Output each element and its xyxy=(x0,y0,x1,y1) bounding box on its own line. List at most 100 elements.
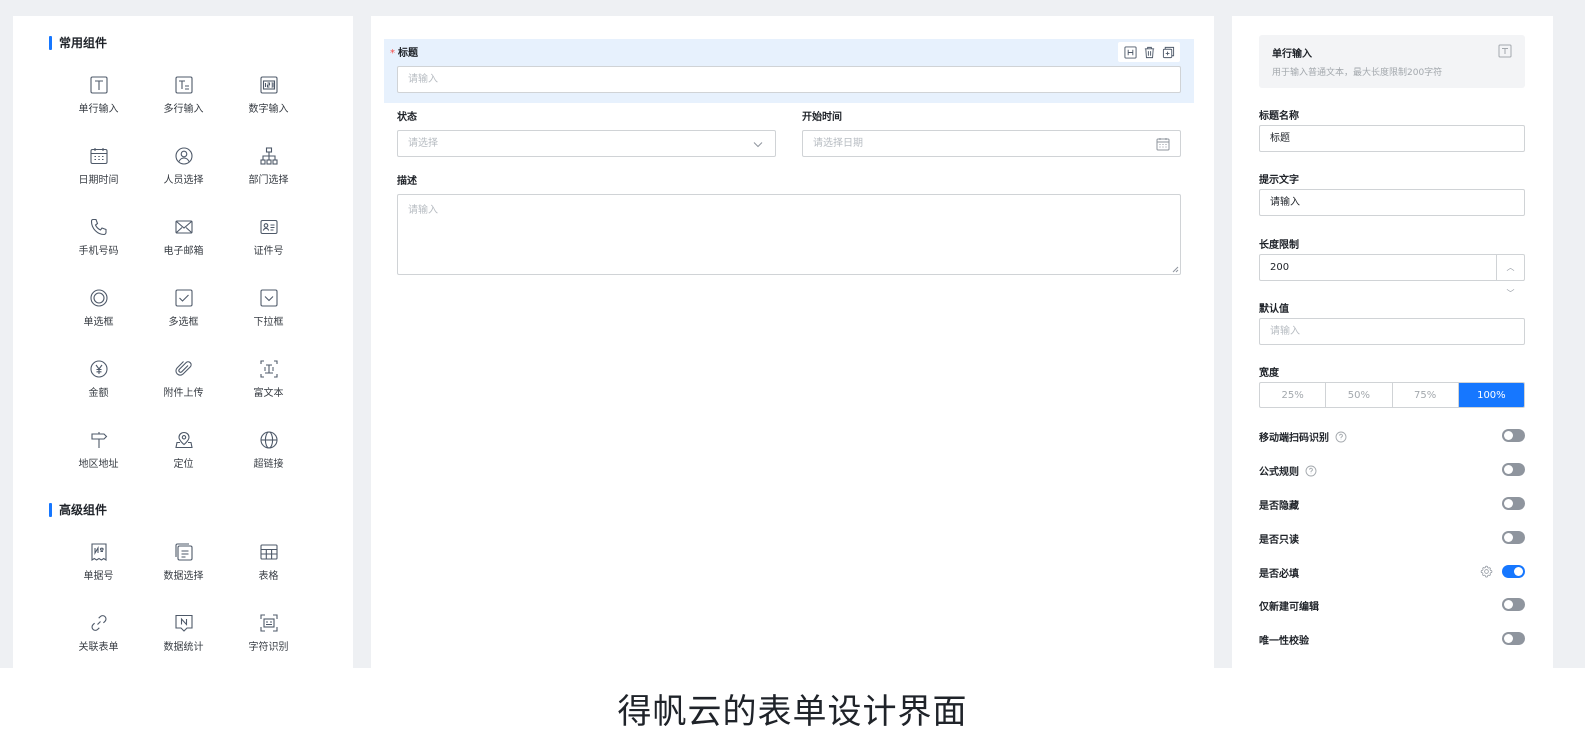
component-item[interactable]: 多行输入 xyxy=(141,65,226,136)
toggle-switch[interactable] xyxy=(1502,497,1525,510)
help-circle-icon[interactable] xyxy=(1305,465,1317,477)
hide-field-button[interactable] xyxy=(1122,44,1138,60)
component-label: 单据号 xyxy=(83,571,114,582)
toggle-row: 公式规则 xyxy=(1259,462,1525,478)
toggle-switch[interactable] xyxy=(1502,565,1525,578)
component-label: 关联表单 xyxy=(78,642,119,653)
property-panel: 单行输入 用于输入普通文本，最大长度限制200字符 标题名称 标题 提示文字 请… xyxy=(1232,16,1553,668)
hint-text-input[interactable]: 请输入 xyxy=(1259,189,1525,216)
description-textarea[interactable]: 请输入 xyxy=(397,194,1181,275)
width-label: 宽度 xyxy=(1259,368,1279,379)
yen-icon xyxy=(89,360,108,378)
component-item[interactable]: 定位 xyxy=(141,420,226,491)
title-name-input[interactable]: 标题 xyxy=(1259,125,1525,152)
scan-text-icon xyxy=(259,614,278,632)
component-item[interactable]: 单行输入 xyxy=(56,65,141,136)
calendar-icon xyxy=(89,148,108,165)
component-label: 富文本 xyxy=(253,388,284,399)
calendar-icon xyxy=(1156,138,1170,151)
table-icon xyxy=(259,544,278,560)
component-item[interactable]: 下拉框 xyxy=(226,278,311,349)
location-icon xyxy=(174,431,193,449)
copy-icon xyxy=(1162,46,1174,58)
start-time-date-picker[interactable]: 请选择日期 xyxy=(802,130,1181,157)
step-up-button[interactable]: ︿ xyxy=(1497,255,1524,280)
component-item[interactable]: 超链接 xyxy=(226,420,311,491)
phone-icon xyxy=(90,218,107,236)
serial-no-icon xyxy=(90,543,107,562)
component-item[interactable]: 多选框 xyxy=(141,278,226,349)
toggle-row: 是否隐藏 xyxy=(1259,496,1525,512)
component-item[interactable]: 数据统计 xyxy=(141,603,226,674)
component-item[interactable]: 单选框 xyxy=(56,278,141,349)
field-toolbar xyxy=(1118,42,1180,62)
common-components-grid: 单行输入 多行输入 数字输入日期时间 人员选择 部门选择手机号码 电子邮箱 证件号单选框 多选… xyxy=(56,65,311,491)
component-item[interactable]: 附件上传 xyxy=(141,349,226,420)
component-item[interactable]: 表格 xyxy=(226,532,311,603)
help-circle-icon[interactable] xyxy=(1335,431,1347,443)
toggle-switch[interactable] xyxy=(1502,463,1525,476)
text-t-icon xyxy=(1498,44,1512,58)
component-label: 证件号 xyxy=(253,246,284,257)
component-item[interactable]: 手机号码 xyxy=(56,207,141,278)
toggle-switch[interactable] xyxy=(1502,598,1525,611)
width-option-50[interactable]: 50% xyxy=(1326,383,1393,407)
component-label: 日期时间 xyxy=(78,175,119,186)
component-item[interactable]: 富文本 xyxy=(226,349,311,420)
toggle-switch[interactable] xyxy=(1502,429,1525,442)
component-label: 地区地址 xyxy=(78,459,119,470)
data-select-icon xyxy=(174,543,193,561)
toggle-label: 仅新建可编辑 xyxy=(1259,602,1319,613)
component-item[interactable]: 证件号 xyxy=(226,207,311,278)
toggle-label: 唯一性校验 xyxy=(1259,636,1309,647)
component-item[interactable]: 单据号 xyxy=(56,532,141,603)
component-label: 下拉框 xyxy=(253,317,284,328)
common-components-title: 常用组件 xyxy=(49,36,107,50)
component-item[interactable]: 数字输入 xyxy=(226,65,311,136)
form-designer-app: 常用组件 单行输入 多行输入 数字输入日期时间 人员选择 部门选择手机号码 电子邮箱证件号… xyxy=(0,0,1585,668)
component-palette: 常用组件 单行输入 多行输入 数字输入日期时间 人员选择 部门选择手机号码 电子邮箱 证件号… xyxy=(13,16,353,668)
component-label: 金额 xyxy=(88,388,109,399)
default-value-input[interactable]: 请输入 xyxy=(1259,318,1525,345)
component-item[interactable]: 人员选择 xyxy=(141,136,226,207)
component-item[interactable]: 日期时间 xyxy=(56,136,141,207)
selected-title-field[interactable]: * 标题 请输入 xyxy=(384,39,1194,103)
multiline-text-icon xyxy=(174,76,193,94)
component-label: 多行输入 xyxy=(163,104,204,115)
h-box-icon xyxy=(1123,45,1137,59)
title-name-label: 标题名称 xyxy=(1259,111,1299,122)
component-item[interactable]: 地区地址 xyxy=(56,420,141,491)
component-item[interactable]: 字符识别 xyxy=(226,603,311,674)
component-item[interactable]: 数据选择 xyxy=(141,532,226,603)
component-item[interactable]: 电子邮箱 xyxy=(141,207,226,278)
status-select[interactable]: 请选择 xyxy=(397,130,776,157)
title-field-label: * 标题 xyxy=(390,48,418,59)
component-label: 定位 xyxy=(173,459,194,470)
step-down-button[interactable]: ﹀ xyxy=(1497,280,1524,306)
user-icon xyxy=(174,147,193,165)
component-label: 附件上传 xyxy=(163,388,204,399)
title-input[interactable]: 请输入 xyxy=(397,66,1181,93)
copy-field-button[interactable] xyxy=(1160,44,1176,60)
length-limit-input[interactable]: 200 ︿ ﹀ xyxy=(1259,254,1525,298)
component-label: 数据统计 xyxy=(163,642,204,653)
signpost-icon xyxy=(90,432,107,448)
description-field-label: 描述 xyxy=(397,176,417,187)
toggle-switch[interactable] xyxy=(1502,531,1525,544)
width-option-75[interactable]: 75% xyxy=(1393,383,1459,407)
component-item[interactable]: 金额 xyxy=(56,349,141,420)
component-item[interactable]: 关联表单 xyxy=(56,603,141,674)
number-stepper: ︿ ﹀ xyxy=(1496,255,1524,298)
resize-grip-icon[interactable] xyxy=(1171,265,1179,273)
gear-icon[interactable] xyxy=(1480,565,1493,578)
component-item[interactable]: 部门选择 xyxy=(226,136,311,207)
delete-field-button[interactable] xyxy=(1141,44,1157,60)
component-label: 单行输入 xyxy=(78,104,119,115)
width-option-25[interactable]: 25% xyxy=(1260,383,1327,407)
width-option-100[interactable]: 100% xyxy=(1458,383,1524,407)
toggle-switch[interactable] xyxy=(1502,632,1525,645)
globe-icon xyxy=(259,431,278,449)
hint-text-label: 提示文字 xyxy=(1259,175,1299,186)
radio-icon xyxy=(89,289,108,307)
component-description: 用于输入普通文本，最大长度限制200字符 xyxy=(1272,68,1443,78)
